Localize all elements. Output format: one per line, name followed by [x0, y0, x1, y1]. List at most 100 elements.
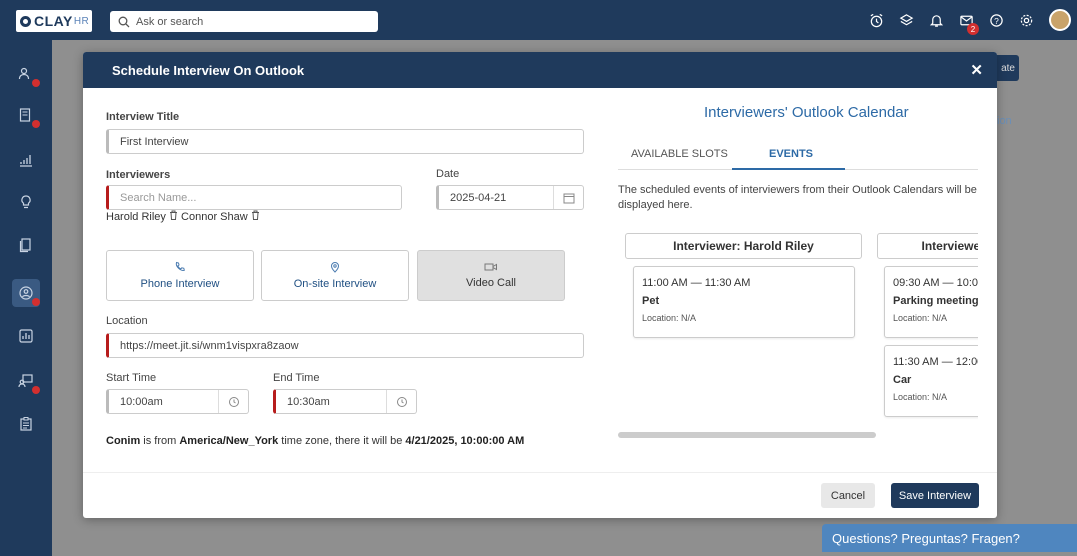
horizontal-scrollbar[interactable]: [618, 432, 876, 438]
date-value: 2025-04-21: [450, 191, 507, 204]
interviewer-name: Harold Riley: [106, 211, 166, 223]
payroll-icon[interactable]: [12, 101, 40, 129]
events-scroll-area[interactable]: Interviewer: Harold Riley 11:00 AM — 11:…: [618, 233, 978, 423]
trash-icon[interactable]: [169, 210, 178, 220]
event-card[interactable]: 09:30 AM — 10:00 AM Parking meeting Loca…: [884, 266, 978, 338]
tz-text: time zone, there it will be: [278, 435, 406, 447]
sidebar: [0, 40, 52, 556]
search-input[interactable]: Ask or search: [110, 11, 378, 32]
event-time: 11:00 AM — 11:30 AM: [642, 277, 751, 289]
people-icon[interactable]: [12, 60, 40, 88]
mode-label: Phone Interview: [140, 278, 220, 290]
background-link: ion: [997, 115, 1012, 127]
mode-label: Video Call: [466, 277, 516, 289]
alert-dot: [32, 298, 40, 306]
event-card[interactable]: 11:00 AM — 11:30 AM Pet Location: N/A: [633, 266, 855, 338]
event-name: Pet: [642, 295, 660, 307]
timezone-note: Conim is from America/New_York time zone…: [106, 435, 524, 447]
logo-suffix: HR: [73, 15, 90, 27]
interviewer-name: Connor Shaw: [181, 211, 248, 223]
event-name: Car: [893, 374, 912, 386]
modal-footer: Cancel Save Interview: [83, 472, 997, 518]
settings-icon[interactable]: [1011, 0, 1041, 40]
location-label: Location: [106, 315, 148, 327]
top-bar: CLAY HR Ask or search 2 ?: [0, 0, 1077, 40]
calendar-description: The scheduled events of interviewers fro…: [618, 184, 977, 211]
video-call-option[interactable]: Video Call: [417, 250, 565, 301]
bell-icon[interactable]: [921, 0, 951, 40]
interviewer-column-header: Interviewer: Connor Shaw: [877, 233, 978, 259]
recruiting-icon[interactable]: [12, 279, 40, 307]
tab-events[interactable]: EVENTS: [769, 148, 813, 160]
active-tab-indicator: [732, 168, 845, 170]
mode-label: On-site Interview: [293, 278, 377, 290]
phone-interview-option[interactable]: Phone Interview: [106, 250, 254, 301]
event-time: 09:30 AM — 10:00 AM: [893, 277, 978, 289]
logo-text: CLAY: [34, 13, 73, 29]
calendar-title: Interviewers' Outlook Calendar: [704, 104, 909, 121]
ideas-icon[interactable]: [12, 188, 40, 216]
interviewers-placeholder: Search Name...: [120, 191, 197, 204]
logo-mark: [20, 15, 31, 27]
alert-dot: [32, 79, 40, 87]
schedule-interview-modal: Schedule Interview On Outlook ✕ Intervie…: [83, 52, 997, 518]
event-location: Location: N/A: [893, 313, 948, 323]
selected-interviewers: Harold Riley Connor Shaw: [106, 210, 260, 223]
layers-icon[interactable]: [891, 0, 921, 40]
save-interview-button[interactable]: Save Interview: [891, 483, 979, 508]
end-time-value: 10:30am: [287, 395, 330, 408]
end-time-label: End Time: [273, 372, 320, 384]
growth-icon[interactable]: [12, 146, 40, 174]
event-card[interactable]: 11:30 AM — 12:00 PM Car Location: N/A: [884, 345, 978, 417]
phone-icon: [175, 261, 185, 271]
onsite-interview-option[interactable]: On-site Interview: [261, 250, 409, 301]
search-placeholder: Ask or search: [136, 15, 204, 28]
mail-icon[interactable]: 2: [951, 0, 981, 40]
alert-dot: [32, 120, 40, 128]
modal-header: Schedule Interview On Outlook ✕: [83, 52, 997, 88]
event-location: Location: N/A: [642, 313, 697, 323]
date-input[interactable]: 2025-04-21: [436, 185, 584, 210]
help-icon[interactable]: ?: [981, 0, 1011, 40]
trash-icon[interactable]: [251, 210, 260, 220]
event-name: Parking meeting: [893, 295, 978, 307]
checklist-icon[interactable]: [12, 410, 40, 438]
video-icon: [484, 263, 497, 271]
end-time-input[interactable]: 10:30am: [273, 389, 417, 414]
interview-title-label: Interview Title: [106, 111, 180, 123]
alarm-icon[interactable]: [861, 0, 891, 40]
start-time-label: Start Time: [106, 372, 157, 384]
event-location: Location: N/A: [893, 392, 948, 402]
interview-title-input[interactable]: First Interview: [106, 129, 584, 154]
user-avatar[interactable]: [1049, 9, 1071, 31]
interviewers-search-input[interactable]: Search Name...: [106, 185, 402, 210]
reports-icon[interactable]: [12, 322, 40, 350]
location-input[interactable]: https://meet.jit.si/wnm1vispxra8zaow: [106, 333, 584, 358]
converted-datetime: 4/21/2025, 10:00:00 AM: [405, 435, 525, 447]
timezone-name: America/New_York: [179, 435, 279, 447]
location-value: https://meet.jit.si/wnm1vispxra8zaow: [120, 339, 299, 352]
clock-icon[interactable]: [386, 390, 416, 413]
cancel-button[interactable]: Cancel: [821, 483, 875, 508]
date-label: Date: [436, 168, 460, 180]
tz-text: is from: [140, 435, 180, 447]
interviewers-label: Interviewers: [106, 169, 171, 181]
training-icon[interactable]: [12, 367, 40, 395]
modal-title: Schedule Interview On Outlook: [112, 62, 305, 78]
tab-available-slots[interactable]: AVAILABLE SLOTS: [631, 148, 728, 160]
interviewer-column-header: Interviewer: Harold Riley: [625, 233, 862, 259]
candidate-name: Conim: [106, 435, 141, 447]
calendar-icon[interactable]: [553, 186, 583, 209]
search-icon: [118, 16, 130, 27]
interview-title-value: First Interview: [120, 135, 189, 148]
start-time-value: 10:00am: [120, 395, 163, 408]
close-icon[interactable]: ✕: [970, 61, 983, 79]
map-pin-icon: [330, 262, 340, 273]
clayhr-logo[interactable]: CLAY HR: [16, 10, 92, 32]
svg-text:?: ?: [994, 15, 999, 25]
clock-icon[interactable]: [218, 390, 248, 413]
mail-count-badge: 2: [967, 23, 979, 35]
help-chat-bar[interactable]: Questions? Preguntas? Fragen?: [822, 524, 1077, 552]
start-time-input[interactable]: 10:00am: [106, 389, 249, 414]
documents-icon[interactable]: [12, 231, 40, 259]
